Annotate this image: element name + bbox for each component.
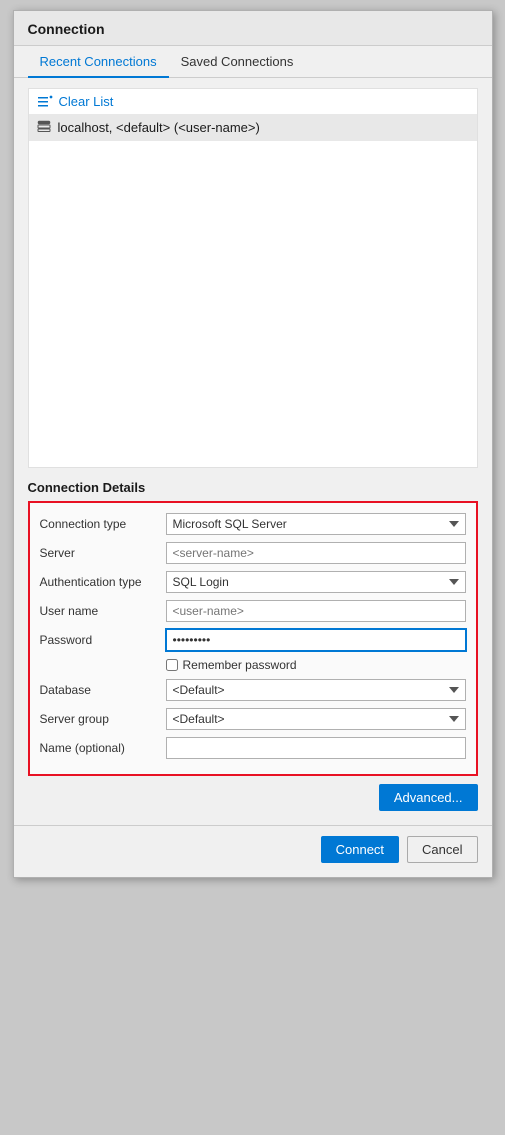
clear-list-label: Clear List	[59, 94, 114, 109]
password-row: Password	[40, 629, 466, 651]
connection-type-label: Connection type	[40, 517, 160, 531]
tabs-bar: Recent Connections Saved Connections	[14, 46, 492, 78]
database-row: Database <Default>	[40, 679, 466, 701]
connection-type-row: Connection type Microsoft SQL Server	[40, 513, 466, 535]
connection-details-box: Connection type Microsoft SQL Server Ser…	[28, 501, 478, 776]
database-icon	[37, 119, 51, 136]
username-row: User name	[40, 600, 466, 622]
name-optional-row: Name (optional)	[40, 737, 466, 759]
auth-type-label: Authentication type	[40, 575, 160, 589]
server-field	[166, 542, 466, 564]
remember-password-row: Remember password	[166, 658, 466, 672]
username-label: User name	[40, 604, 160, 618]
password-label: Password	[40, 633, 160, 647]
advanced-button[interactable]: Advanced...	[379, 784, 478, 811]
username-field	[166, 600, 466, 622]
cancel-button[interactable]: Cancel	[407, 836, 477, 863]
clear-list-icon	[37, 95, 53, 109]
server-label: Server	[40, 546, 160, 560]
empty-space	[29, 141, 477, 341]
name-optional-input[interactable]	[166, 737, 466, 759]
database-field: <Default>	[166, 679, 466, 701]
remember-password-checkbox[interactable]	[166, 659, 178, 671]
password-input[interactable]	[166, 629, 466, 651]
auth-type-field: SQL Login	[166, 571, 466, 593]
server-group-select[interactable]: <Default>	[166, 708, 466, 730]
database-label: Database	[40, 683, 160, 697]
name-optional-label: Name (optional)	[40, 741, 160, 755]
connection-type-field: Microsoft SQL Server	[166, 513, 466, 535]
auth-type-select[interactable]: SQL Login	[166, 571, 466, 593]
server-group-label: Server group	[40, 712, 160, 726]
clear-list-button[interactable]: Clear List	[29, 89, 477, 114]
server-row: Server	[40, 542, 466, 564]
connect-button[interactable]: Connect	[321, 836, 399, 863]
name-optional-field	[166, 737, 466, 759]
connection-details-section: Connection Details Connection type Micro…	[28, 480, 478, 776]
footer-buttons: Connect Cancel	[14, 825, 492, 877]
advanced-row: Advanced...	[14, 776, 492, 815]
username-input[interactable]	[166, 600, 466, 622]
server-group-row: Server group <Default>	[40, 708, 466, 730]
connection-type-select[interactable]: Microsoft SQL Server	[166, 513, 466, 535]
password-field	[166, 629, 466, 651]
dialog-title: Connection	[14, 11, 492, 46]
tab-saved-connections[interactable]: Saved Connections	[169, 46, 306, 78]
connection-item[interactable]: localhost, <default> (<user-name>)	[29, 114, 477, 141]
server-group-field: <Default>	[166, 708, 466, 730]
server-input[interactable]	[166, 542, 466, 564]
recent-connections-panel: Clear List localhost, <default> (<user-n…	[28, 88, 478, 468]
connection-dialog: Connection Recent Connections Saved Conn…	[13, 10, 493, 878]
connection-details-title: Connection Details	[28, 480, 478, 495]
connection-item-label: localhost, <default> (<user-name>)	[58, 120, 260, 135]
auth-type-row: Authentication type SQL Login	[40, 571, 466, 593]
tab-recent-connections[interactable]: Recent Connections	[28, 46, 169, 78]
database-select[interactable]: <Default>	[166, 679, 466, 701]
remember-password-label: Remember password	[183, 658, 297, 672]
